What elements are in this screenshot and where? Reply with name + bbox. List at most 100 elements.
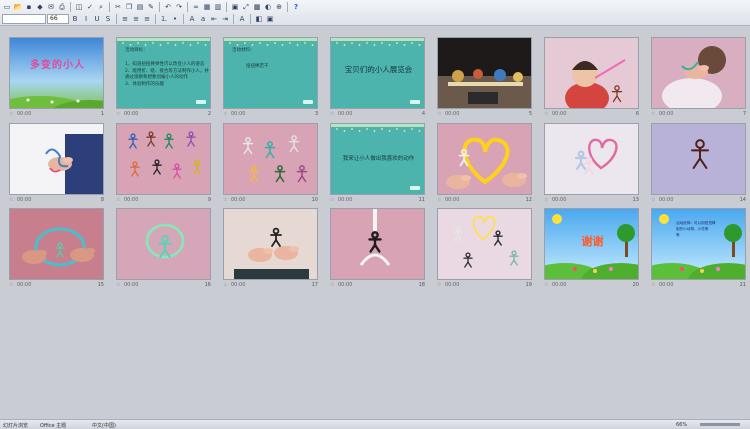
transition-icon[interactable]: ☆ [544, 111, 548, 117]
chart-icon[interactable]: ▥ [213, 2, 223, 12]
email-icon[interactable]: ✉ [46, 2, 56, 12]
insert-new-slide-icon[interactable]: ▣ [230, 2, 240, 12]
design-icon[interactable]: ◧ [254, 14, 264, 24]
transition-icon[interactable]: ☆ [116, 111, 120, 117]
color-icon[interactable]: ◐ [263, 2, 273, 12]
transition-icon[interactable]: ☆ [330, 282, 334, 288]
bold-icon[interactable]: B [70, 14, 80, 24]
transition-icon[interactable]: ☆ [223, 282, 227, 288]
standard-toolbar: ▭ 📂 ▪ ◆ ✉ ⎙ ◫ ✓ ⌕ ✂ ❐ ▤ ✎ ↶ ↷ ∞ ▦ ▥ ▣ ⤢ ▩ ◐ ⊕? [2, 1, 301, 13]
transition-icon[interactable]: ☆ [116, 282, 120, 288]
slide-meta: ☆ 00:00 8 [9, 197, 104, 204]
slide-thumbnail-1[interactable]: 多变的小人 [9, 37, 104, 109]
align-left-icon[interactable]: ≡ [120, 14, 130, 24]
slide-thumbnail-13[interactable] [544, 123, 639, 195]
decrease-font-icon[interactable]: a [198, 14, 208, 24]
format-painter-icon[interactable]: ✎ [146, 2, 156, 12]
transition-icon[interactable]: ☆ [437, 197, 441, 203]
save-icon[interactable]: ▪ [24, 2, 34, 12]
zoom-in-icon[interactable]: ⊕ [274, 2, 284, 12]
slide-thumbnail-14[interactable] [651, 123, 746, 195]
expand-icon[interactable]: ⤢ [241, 2, 251, 12]
slide-line: 活动延伸：可以用扭扭棒 [676, 221, 716, 225]
slide-thumbnail-15[interactable] [9, 208, 104, 280]
slide-thumbnail-21[interactable]: 活动延伸：可以用扭扭棒 制作小动物、小花等等 [651, 208, 746, 280]
font-color-icon[interactable]: A [237, 14, 247, 24]
hyperlink-icon[interactable]: ∞ [191, 2, 201, 12]
slide-thumbnail-18[interactable] [330, 208, 425, 280]
slide-meta: ☆ 00:00 5 [437, 111, 532, 118]
slide-meta: ☆ 00:00 3 [223, 111, 318, 118]
help-icon[interactable]: ? [291, 2, 301, 12]
transition-icon[interactable]: ☆ [651, 111, 655, 117]
zoom-slider[interactable] [700, 423, 740, 426]
numbering-icon[interactable]: ⒈ [159, 14, 169, 24]
slide-thumbnail-5[interactable] [437, 37, 532, 109]
undo-icon[interactable]: ↶ [163, 2, 173, 12]
spelling-icon[interactable]: ✓ [85, 2, 95, 12]
new-slide-icon[interactable]: ▣ [265, 14, 275, 24]
transition-icon[interactable]: ☆ [437, 282, 441, 288]
transition-icon[interactable]: ☆ [651, 282, 655, 288]
increase-indent-icon[interactable]: ⇥ [220, 14, 230, 24]
increase-font-icon[interactable]: A [187, 14, 197, 24]
slide-thumbnail-8[interactable] [9, 123, 104, 195]
slide-duration: 00:00 [552, 197, 567, 203]
slide-number: 11 [418, 197, 425, 203]
transition-icon[interactable]: ☆ [330, 197, 334, 203]
slide-meta: ☆ 00:00 19 [437, 282, 532, 289]
transition-icon[interactable]: ☆ [544, 197, 548, 203]
font-name-box[interactable] [2, 14, 46, 24]
slide-thumbnail-9[interactable] [116, 123, 211, 195]
font-size-box[interactable]: 66 [47, 14, 69, 24]
slide-photo [438, 124, 531, 194]
transition-icon[interactable]: ☆ [9, 282, 13, 288]
new-icon[interactable]: ▭ [2, 2, 12, 12]
slide-thumbnail-17[interactable] [223, 208, 318, 280]
toolbar-separator [187, 2, 188, 12]
slide-number: 21 [739, 282, 746, 288]
slide-thumbnail-4[interactable]: 宝贝们的小人展览会 [330, 37, 425, 109]
transition-icon[interactable]: ☆ [223, 197, 227, 203]
table-icon[interactable]: ▦ [202, 2, 212, 12]
slide-thumbnail-2[interactable]: 活动目标： 1、知道扭扭棒弹性可以改变小人的姿态 2、能用折、绕、接合等方法制作小人… [116, 37, 211, 109]
slide-thumbnail-19[interactable] [437, 208, 532, 280]
bullets-icon[interactable]: • [170, 14, 180, 24]
slide-thumbnail-11[interactable]: 我来让小人做出我喜欢的动作 [330, 123, 425, 195]
transition-icon[interactable]: ☆ [544, 282, 548, 288]
transition-icon[interactable]: ☆ [437, 111, 441, 117]
slide-thumbnail-3[interactable]: 活动材料： 扭扭棒若干 [223, 37, 318, 109]
cut-icon[interactable]: ✂ [113, 2, 123, 12]
research-icon[interactable]: ⌕ [96, 2, 106, 12]
open-icon[interactable]: 📂 [13, 2, 23, 12]
slide-thumbnail-12[interactable] [437, 123, 532, 195]
transition-icon[interactable]: ☆ [651, 197, 655, 203]
underline-icon[interactable]: U [92, 14, 102, 24]
permission-icon[interactable]: ◆ [35, 2, 45, 12]
slide-duration: 00:00 [552, 111, 567, 117]
status-view: 幻灯片浏览 [3, 423, 29, 429]
transition-icon[interactable]: ☆ [9, 197, 13, 203]
slide-meta: ☆ 00:00 13 [544, 197, 639, 204]
shadow-icon[interactable]: S [103, 14, 113, 24]
copy-icon[interactable]: ❐ [124, 2, 134, 12]
slide-thumbnail-16[interactable] [116, 208, 211, 280]
paste-icon[interactable]: ▤ [135, 2, 145, 12]
transition-icon[interactable]: ☆ [9, 111, 13, 117]
decrease-indent-icon[interactable]: ⇤ [209, 14, 219, 24]
italic-icon[interactable]: I [81, 14, 91, 24]
slide-thumbnail-7[interactable] [651, 37, 746, 109]
slide-thumbnail-10[interactable] [223, 123, 318, 195]
slide-thumbnail-6[interactable] [544, 37, 639, 109]
align-right-icon[interactable]: ≡ [142, 14, 152, 24]
print-preview-icon[interactable]: ◫ [74, 2, 84, 12]
redo-icon[interactable]: ↷ [174, 2, 184, 12]
slide-thumbnail-20[interactable]: 谢谢 [544, 208, 639, 280]
print-icon[interactable]: ⎙ [57, 2, 67, 12]
transition-icon[interactable]: ☆ [116, 197, 120, 203]
transition-icon[interactable]: ☆ [330, 111, 334, 117]
grid-icon[interactable]: ▩ [252, 2, 262, 12]
align-center-icon[interactable]: ≡ [131, 14, 141, 24]
transition-icon[interactable]: ☆ [223, 111, 227, 117]
slide-number: 19 [525, 282, 532, 288]
